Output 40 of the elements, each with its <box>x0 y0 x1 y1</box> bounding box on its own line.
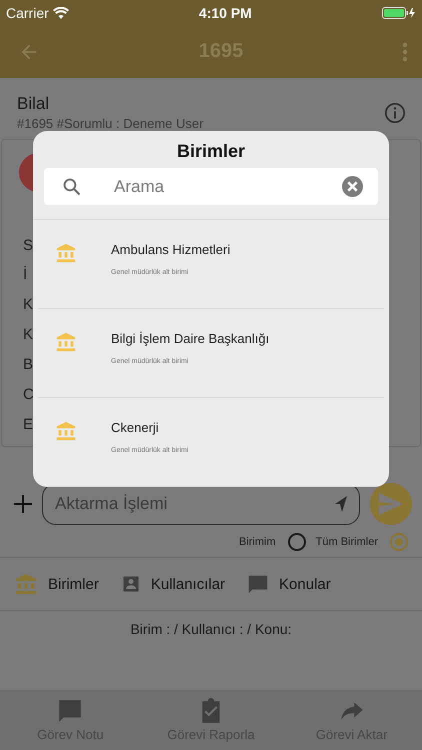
unit-name: Ambulans Hizmetleri <box>111 242 230 257</box>
wifi-icon <box>52 6 69 18</box>
scope-radio[interactable]: Tüm Birimler <box>316 533 408 551</box>
search-input[interactable]: Arama <box>112 176 312 198</box>
bank-icon <box>55 242 77 264</box>
selection-summary: Birim : / Kullanıcı : / Konu: <box>130 621 292 637</box>
send-icon <box>379 493 403 515</box>
dialog-title: Birimler <box>176 140 246 163</box>
search-field[interactable]: Arama <box>44 168 378 205</box>
field-label: İ <box>22 266 28 286</box>
carrier-label: Carrier <box>6 4 49 20</box>
plus-icon[interactable] <box>14 495 32 513</box>
picker-tab[interactable]: Konular <box>247 572 331 596</box>
clear-icon[interactable] <box>342 176 363 197</box>
field-label: B <box>22 356 34 376</box>
field-label: S <box>22 236 34 256</box>
field-label: C <box>22 386 34 406</box>
pointer-icon <box>335 496 347 512</box>
picker-tab[interactable]: Birimler <box>14 572 99 596</box>
send-button[interactable] <box>370 483 412 525</box>
field-label: K <box>22 296 34 316</box>
picker-tab[interactable]: Kullanıcılar <box>120 572 226 596</box>
scope-radio[interactable]: Birimim <box>238 533 306 551</box>
bank-icon <box>14 572 38 596</box>
bank-icon <box>55 331 77 353</box>
unit-name: Ckenerji <box>111 420 160 435</box>
status-time: 4:10 PM <box>198 4 252 20</box>
info-icon[interactable] <box>384 102 406 124</box>
search-icon <box>62 176 82 196</box>
battery-icon <box>382 6 416 18</box>
message-placeholder: Aktarma İşlemi <box>55 494 168 514</box>
chat-icon <box>247 573 270 595</box>
unit-name: Bilgi İşlem Daire Başkanlığı <box>111 331 270 346</box>
field-label: E <box>22 416 34 436</box>
task-subtitle: #1695 #Sorumlu : Deneme User <box>17 116 204 131</box>
task-name: Bilal <box>17 94 50 114</box>
person-icon <box>120 574 141 594</box>
field-label: K <box>22 326 34 346</box>
bank-icon <box>55 420 77 442</box>
note-icon <box>57 698 84 724</box>
